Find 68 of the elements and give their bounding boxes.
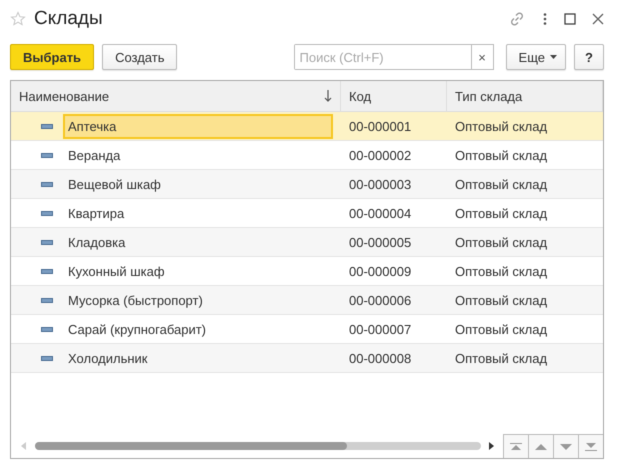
help-button[interactable]: ? <box>574 44 604 70</box>
create-button[interactable]: Создать <box>102 44 178 70</box>
table-cell: 00-000001 <box>349 118 412 134</box>
more-button[interactable]: Еще <box>506 44 566 70</box>
last-row-button[interactable] <box>578 434 603 458</box>
table-cell: 00-000009 <box>349 264 412 278</box>
page-down-button[interactable] <box>553 434 578 458</box>
table-cell: Оптовый склад <box>455 234 548 250</box>
scrollbar-thumb[interactable] <box>35 442 348 450</box>
table-row[interactable]: Аптечка 00-000001 Оптовый склад <box>11 112 603 141</box>
table-cell: Оптовый склад <box>455 148 548 162</box>
more-icon[interactable] <box>542 12 548 26</box>
table-cell: 00-000005 <box>349 234 412 250</box>
table-cell: Оптовый склад <box>455 206 548 220</box>
up-triangle-icon <box>535 444 547 450</box>
down-triangle-icon <box>560 444 572 450</box>
item-icon <box>41 240 53 244</box>
first-icon <box>510 442 522 450</box>
column-header[interactable]: Наименование <box>11 81 341 111</box>
scroll-right-icon[interactable] <box>489 442 495 450</box>
table-cell: Оптовый склад <box>455 350 548 366</box>
table-cell-text: Холодильник <box>67 350 148 368</box>
item-icon <box>41 182 53 186</box>
column-header[interactable]: Код <box>341 81 447 111</box>
maximize-icon[interactable] <box>564 13 576 25</box>
last-icon <box>585 442 597 450</box>
table-cell: Оптовый склад <box>455 176 548 192</box>
table-cell-text: Кухонный шкаф <box>67 262 166 281</box>
item-icon <box>41 124 53 128</box>
item-icon <box>41 152 53 158</box>
item-icon <box>41 268 53 274</box>
close-icon[interactable] <box>592 13 604 25</box>
caret-icon <box>550 55 557 59</box>
window-title: Склады <box>34 8 103 30</box>
page-up-button[interactable] <box>528 434 553 458</box>
item-icon <box>41 356 53 360</box>
link-icon[interactable] <box>508 10 526 28</box>
item-icon <box>41 326 53 332</box>
table-cell: 00-000008 <box>349 350 412 366</box>
clear-button[interactable]: × <box>472 44 494 70</box>
table-cell: Аптечка <box>63 114 333 138</box>
search-field[interactable]: Поиск (Ctrl+F) <box>294 44 472 70</box>
first-row-button[interactable] <box>503 434 528 458</box>
star-icon[interactable] <box>10 11 26 27</box>
table-cell: Оптовый склад <box>455 322 548 336</box>
table-row[interactable]: Кладовка 00-000005 Оптовый склад <box>11 228 603 257</box>
table-cell: 00-000003 <box>349 176 412 192</box>
table-cell: 00-000002 <box>349 148 412 162</box>
table-cell: Оптовый склад <box>455 118 548 134</box>
item-icon <box>41 210 53 216</box>
table-cell-text: Мусорка (быстропорт) <box>67 292 204 310</box>
table-row[interactable]: Мусорка (быстропорт) 00-000006 Оптовый склад <box>11 286 603 315</box>
table-cell: 00-000006 <box>349 292 412 308</box>
table-row[interactable]: Холодильник 00-000008 Оптовый склад <box>11 344 603 373</box>
table-cell-text: Сарай (крупногабарит) <box>67 320 207 339</box>
table-cell-text: Кладовка <box>67 234 126 252</box>
scroll-left-icon[interactable] <box>21 442 27 450</box>
table-row[interactable]: Вещевой шкаф 00-000003 Оптовый склад <box>11 170 603 199</box>
table-cell-text: Веранда <box>67 146 122 165</box>
select-button[interactable]: Выбрать <box>10 44 94 70</box>
table-cell: 00-000007 <box>349 322 412 336</box>
column-header[interactable]: Тип склада <box>447 81 603 111</box>
table-cell-text: Квартира <box>67 204 126 223</box>
item-icon <box>41 298 53 302</box>
table-cell: Оптовый склад <box>455 264 548 278</box>
table-cell: 00-000004 <box>349 206 412 220</box>
table-cell: Оптовый склад <box>455 292 548 308</box>
table-cell-text: Вещевой шкаф <box>67 176 162 194</box>
